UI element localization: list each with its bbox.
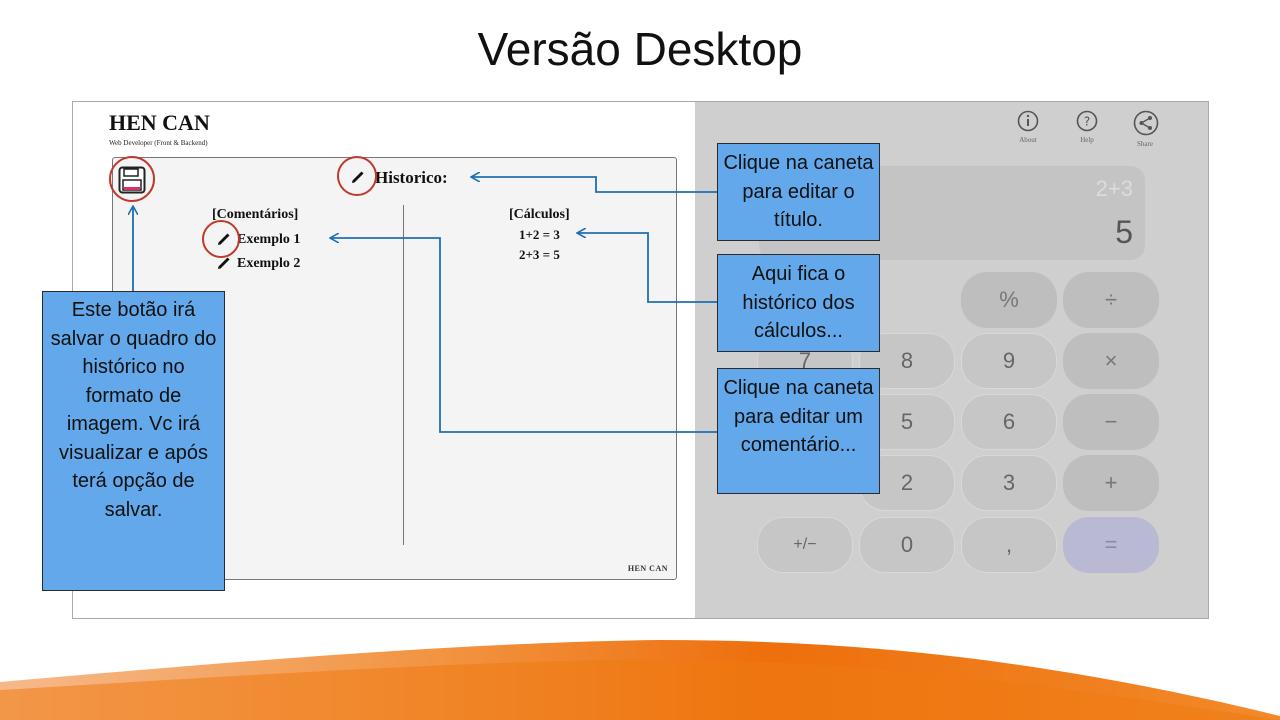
decorative-orange-wave — [0, 640, 1280, 720]
key-0[interactable]: 0 — [859, 517, 955, 573]
key-3[interactable]: 3 — [961, 455, 1057, 511]
about-label: About — [1019, 136, 1037, 144]
slide-title: Versão Desktop — [477, 23, 803, 75]
share-label: Share — [1137, 140, 1153, 148]
calculations-header: [Cálculos] — [509, 207, 570, 222]
history-title: Historico: — [375, 168, 448, 187]
calculation-item: 1+2 = 3 — [519, 227, 560, 242]
comment-item: Exemplo 2 — [237, 256, 301, 271]
callout-history-info: Aqui fica o histórico dos cálculos... — [717, 254, 880, 352]
save-highlight-ring — [109, 156, 155, 202]
share-icon — [1133, 110, 1159, 136]
display-expression: 2+3 — [1095, 176, 1133, 201]
brand-logo: HEN CAN — [109, 110, 210, 135]
edit-comment-pencil-icon[interactable] — [217, 256, 231, 270]
divide-key[interactable]: ÷ — [1063, 272, 1159, 328]
comma-key[interactable]: , — [961, 517, 1057, 573]
about-button[interactable]: About — [1016, 110, 1040, 144]
comment-item: Exemplo 1 — [237, 232, 301, 247]
svg-text:?: ? — [1084, 115, 1090, 129]
callout-edit-comment: Clique na caneta para editar um comentár… — [717, 368, 880, 494]
multiply-key[interactable]: × — [1063, 333, 1159, 389]
footer-brand: HEN CAN — [627, 564, 668, 573]
equals-key[interactable]: = — [1063, 517, 1159, 573]
plus-key[interactable]: + — [1063, 455, 1159, 511]
help-button[interactable]: ? Help — [1075, 110, 1099, 144]
key-9[interactable]: 9 — [961, 333, 1057, 389]
brand-subtitle: Web Developer (Front & Backend) — [109, 139, 208, 147]
title-pen-highlight-ring — [337, 156, 377, 196]
column-divider — [403, 205, 404, 545]
calculation-item: 2+3 = 5 — [519, 247, 560, 262]
minus-key[interactable]: − — [1063, 394, 1159, 450]
key-6[interactable]: 6 — [961, 394, 1057, 450]
callout-edit-title: Clique na caneta para editar o título. — [717, 143, 880, 241]
info-icon — [1017, 110, 1039, 132]
plusminus-key[interactable]: +/− — [757, 517, 853, 573]
help-label: Help — [1080, 136, 1094, 144]
display-result: 5 — [1115, 214, 1133, 250]
comment-pen-highlight-ring — [202, 220, 240, 258]
app-screenshot: About ? Help Share 2+3 5 ⌫ % ÷ 7 8 9 × 5… — [72, 101, 1209, 619]
share-button[interactable]: Share — [1133, 110, 1159, 148]
percent-key[interactable]: % — [961, 272, 1057, 328]
help-icon: ? — [1076, 110, 1098, 132]
callout-save-button: Este botão irá salvar o quadro do histór… — [42, 291, 225, 591]
